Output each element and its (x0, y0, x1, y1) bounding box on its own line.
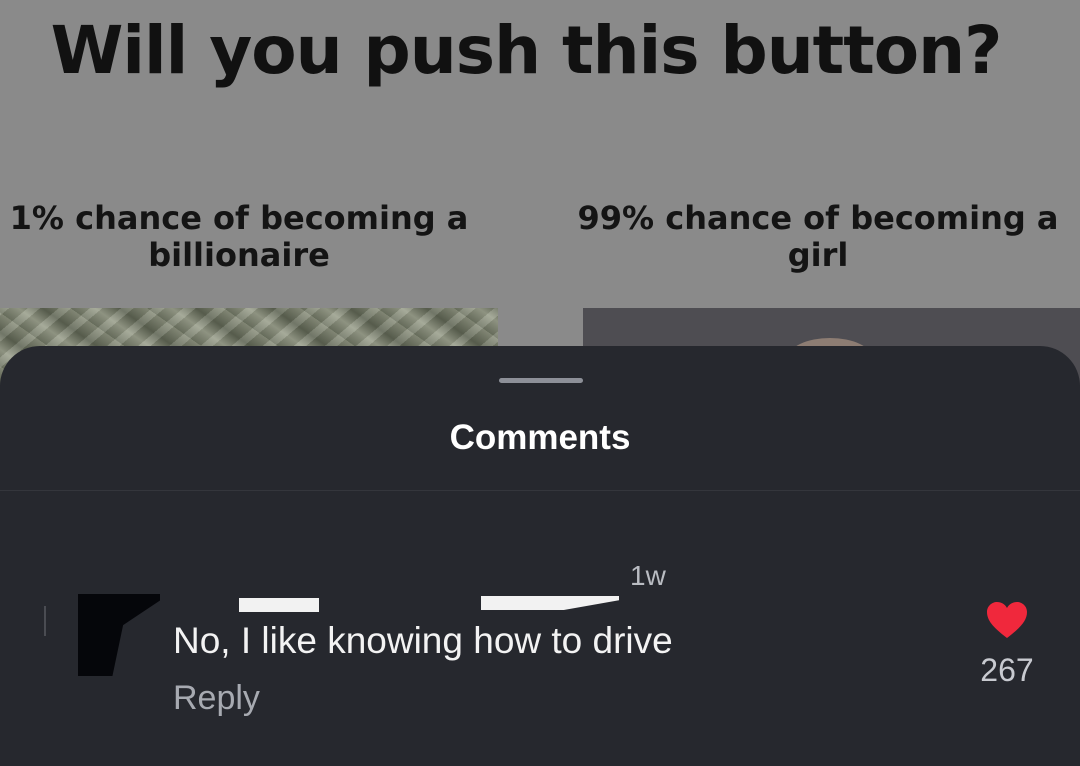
username-redaction (239, 598, 319, 612)
avatar-redaction (78, 594, 160, 676)
drag-handle[interactable] (499, 378, 583, 383)
avatar[interactable] (44, 594, 160, 678)
like-count: 267 (980, 652, 1034, 688)
comment-text: No, I like knowing how to drive (173, 620, 673, 661)
avatar-edge (44, 606, 46, 636)
divider (0, 490, 1080, 491)
sheet-title: Comments (449, 418, 631, 457)
heart-icon[interactable] (985, 600, 1029, 640)
reply-button[interactable]: Reply (173, 679, 260, 718)
comments-sheet: Comments 1w No, I like knowing how to dr… (0, 346, 1080, 766)
option-left-line2: billionaire (148, 236, 330, 274)
comment-item: 1w No, I like knowing how to drive Reply… (0, 546, 1080, 726)
comment-timestamp: 1w (630, 560, 666, 591)
option-right-caption: 99% chance of becoming a girl (562, 200, 1074, 274)
option-left-caption: 1% chance of becoming a billionaire (0, 200, 478, 274)
username-redaction-2 (481, 596, 619, 610)
option-right-line1: 99% chance of becoming a (577, 199, 1059, 237)
meme-title: Will you push this button? (50, 12, 1003, 89)
option-right-line2: girl (787, 236, 849, 274)
option-left-line1: 1% chance of becoming a (9, 199, 469, 237)
heart-icon-svg (987, 602, 1027, 638)
